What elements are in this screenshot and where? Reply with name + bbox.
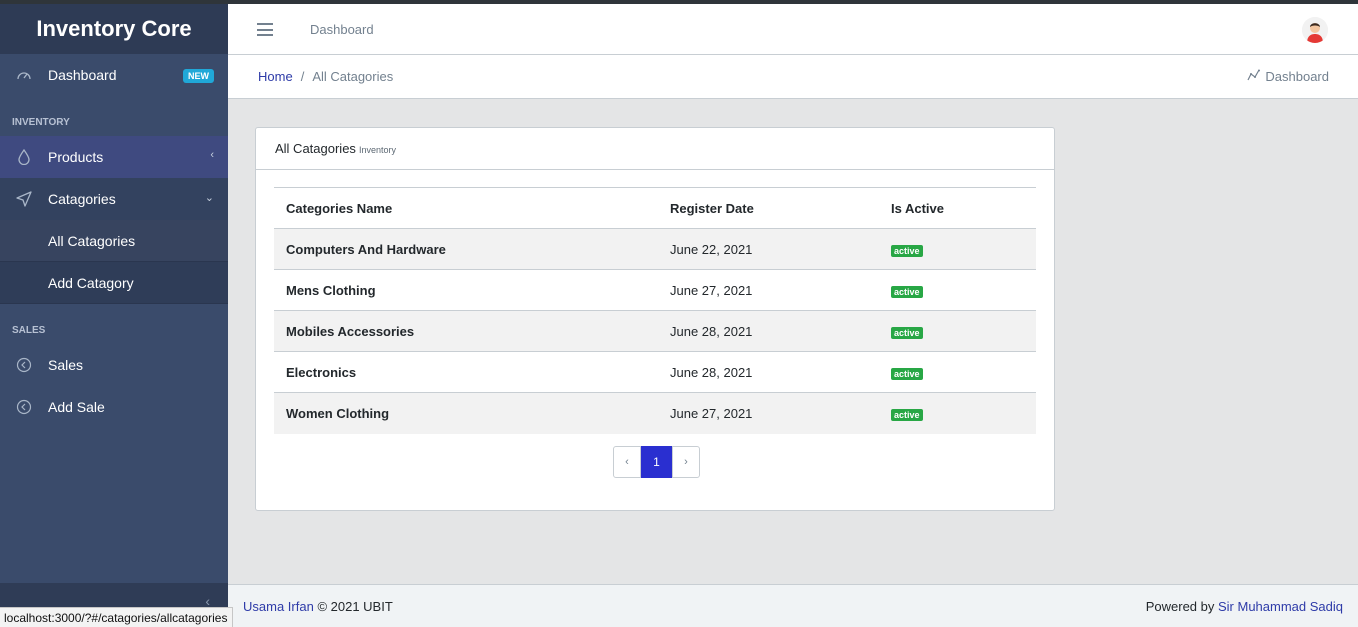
status-badge: active bbox=[891, 244, 923, 257]
status-badge: active bbox=[891, 367, 923, 380]
pagination: ‹ 1 › bbox=[613, 446, 700, 478]
status-cell: active bbox=[879, 270, 1036, 311]
sidebar-item-label: Sales bbox=[48, 357, 84, 373]
avatar[interactable] bbox=[1302, 17, 1328, 43]
categories-table: Categories Name Register Date Is Active … bbox=[274, 187, 1036, 434]
register-date: June 27, 2021 bbox=[670, 405, 753, 421]
hamburger-menu-icon[interactable] bbox=[257, 23, 273, 36]
section-title-inventory: INVENTORY bbox=[12, 117, 70, 128]
sidebar: Inventory Core Dashboard NEW INVENTORY P… bbox=[0, 4, 228, 627]
card-subtitle: Inventory bbox=[358, 145, 396, 155]
sidebar-item-label: Dashboard bbox=[48, 67, 117, 83]
table-header-row: Categories Name Register Date Is Active bbox=[274, 187, 1036, 229]
status-cell: active bbox=[879, 352, 1036, 393]
sidebar-item-label: Products bbox=[48, 149, 104, 165]
category-name: Mens Clothing bbox=[286, 282, 376, 298]
breadcrumb-dashboard-link[interactable]: Dashboard bbox=[1247, 69, 1329, 84]
footer-author-link[interactable]: Usama Irfan bbox=[243, 599, 314, 614]
table-row[interactable]: Mobiles Accessories June 28, 2021 active bbox=[274, 310, 1036, 352]
pagination-next-button[interactable]: › bbox=[672, 446, 700, 478]
clock-back-icon bbox=[16, 357, 32, 373]
breadcrumb-dashboard-label: Dashboard bbox=[1265, 69, 1329, 84]
sidebar-subitem-all-catagories[interactable]: All Catagories bbox=[0, 220, 228, 262]
breadcrumb-home-link[interactable]: Home bbox=[258, 69, 293, 84]
breadcrumb: Home / All Catagories Dashboard bbox=[228, 55, 1358, 99]
status-badge: active bbox=[891, 408, 923, 421]
status-cell: active bbox=[879, 311, 1036, 352]
sidebar-item-dashboard[interactable]: Dashboard NEW bbox=[0, 54, 228, 96]
status-cell: active bbox=[879, 229, 1036, 270]
sidebar-item-label: Catagories bbox=[48, 191, 116, 207]
chevron-left-icon: ‹ bbox=[210, 149, 214, 161]
categories-card: All Catagories Inventory Categories Name… bbox=[255, 127, 1055, 511]
footer-copyright: © 2021 UBIT bbox=[317, 598, 393, 614]
chevron-down-icon: ⌄ bbox=[204, 192, 214, 204]
column-header-date[interactable]: Register Date bbox=[658, 188, 879, 229]
table-row[interactable]: Electronics June 28, 2021 active bbox=[274, 351, 1036, 393]
header-dashboard-link[interactable]: Dashboard bbox=[310, 22, 374, 37]
breadcrumb-separator: / bbox=[300, 69, 305, 84]
card-header: All Catagories Inventory bbox=[256, 128, 1054, 170]
column-header-active[interactable]: Is Active bbox=[879, 188, 1036, 229]
footer: Usama Irfan © 2021 UBIT Powered by Sir M… bbox=[228, 584, 1358, 627]
card-title: All Catagories bbox=[275, 141, 356, 156]
register-date: June 27, 2021 bbox=[670, 282, 753, 298]
pagination-prev-button[interactable]: ‹ bbox=[613, 446, 641, 478]
category-name: Women Clothing bbox=[286, 405, 390, 421]
category-name: Electronics bbox=[286, 364, 357, 380]
register-date: June 28, 2021 bbox=[670, 323, 753, 339]
breadcrumb-current: All Catagories bbox=[312, 69, 394, 84]
sidebar-item-label: Add Sale bbox=[48, 399, 105, 415]
footer-powered-link[interactable]: Sir Muhammad Sadiq bbox=[1218, 599, 1343, 614]
status-badge: active bbox=[891, 326, 923, 339]
pagination-page-1[interactable]: 1 bbox=[641, 446, 672, 478]
category-name: Mobiles Accessories bbox=[286, 323, 415, 339]
drop-icon bbox=[16, 149, 32, 165]
category-name: Computers And Hardware bbox=[286, 241, 446, 257]
register-date: June 28, 2021 bbox=[670, 364, 753, 380]
paper-plane-icon bbox=[16, 191, 32, 207]
new-badge: NEW bbox=[183, 69, 214, 83]
footer-right: Powered by Sir Muhammad Sadiq bbox=[1146, 599, 1343, 614]
footer-powered-prefix: Powered by bbox=[1145, 598, 1215, 614]
speedometer-icon bbox=[16, 67, 32, 83]
brand-title[interactable]: Inventory Core bbox=[0, 4, 228, 54]
sidebar-item-products[interactable]: Products ‹ bbox=[0, 136, 228, 178]
sidebar-subitem-add-catagory[interactable]: Add Catagory bbox=[0, 262, 228, 304]
table-row[interactable]: Computers And Hardware June 22, 2021 act… bbox=[274, 228, 1036, 270]
app-header: Dashboard bbox=[228, 4, 1358, 55]
status-badge: active bbox=[891, 285, 923, 298]
register-date: June 22, 2021 bbox=[670, 241, 753, 257]
sidebar-item-add-sale[interactable]: Add Sale bbox=[0, 386, 228, 428]
sidebar-item-sales[interactable]: Sales bbox=[0, 344, 228, 386]
clock-back-icon bbox=[16, 399, 32, 415]
graph-icon bbox=[1247, 69, 1261, 84]
sidebar-item-catagories[interactable]: Catagories ⌄ bbox=[0, 178, 228, 220]
column-header-name[interactable]: Categories Name bbox=[274, 188, 658, 229]
table-row[interactable]: Mens Clothing June 27, 2021 active bbox=[274, 269, 1036, 311]
status-url-bar: localhost:3000/?#/catagories/allcatagori… bbox=[0, 607, 234, 627]
section-title-sales: SALES bbox=[12, 325, 46, 336]
table-row[interactable]: Women Clothing June 27, 2021 active bbox=[274, 392, 1036, 434]
footer-left: Usama Irfan © 2021 UBIT bbox=[243, 599, 393, 614]
status-cell: active bbox=[879, 393, 1036, 434]
